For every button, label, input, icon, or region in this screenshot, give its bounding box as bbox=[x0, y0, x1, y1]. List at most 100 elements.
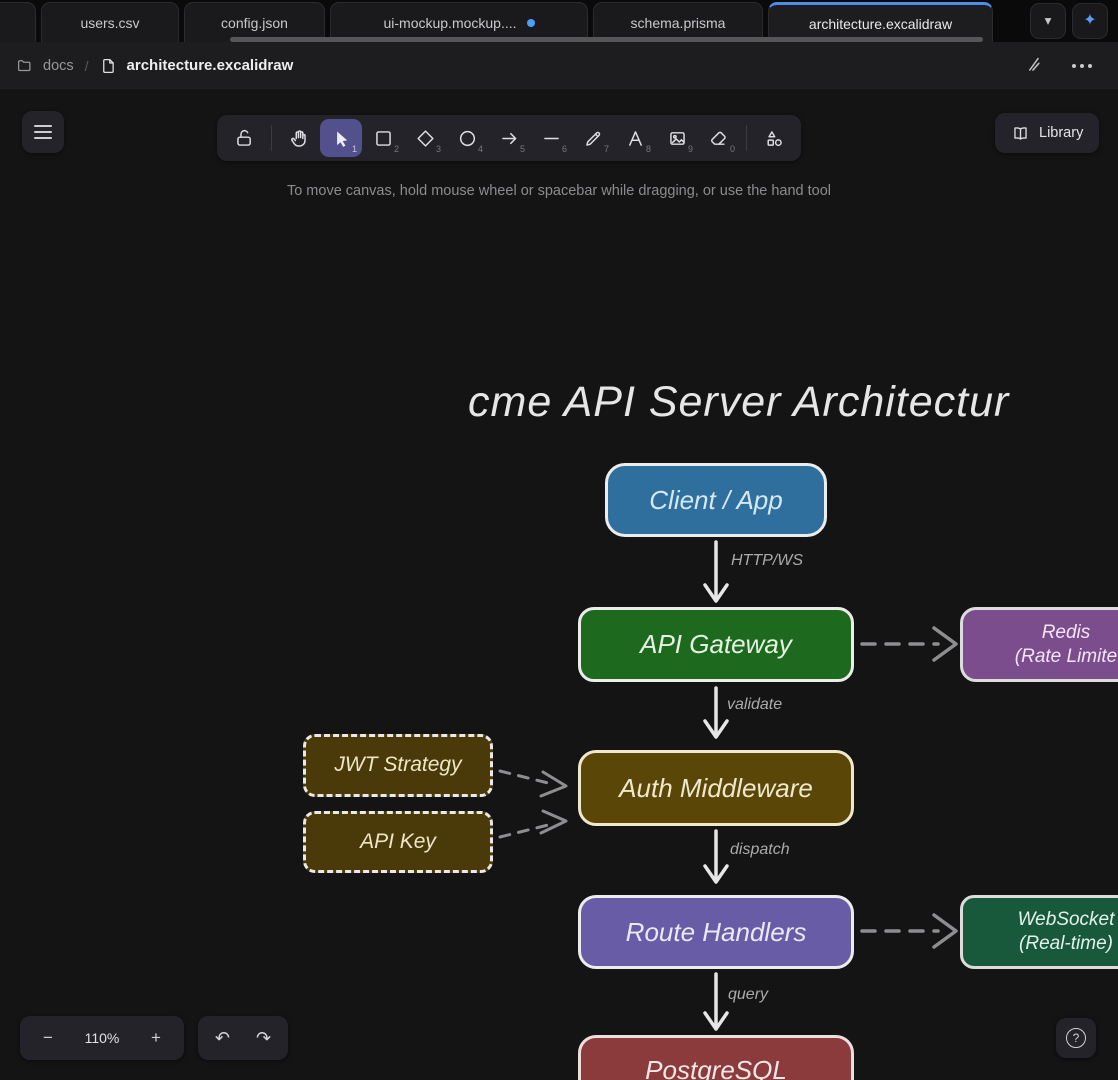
more-options-button[interactable] bbox=[1072, 64, 1092, 68]
node-label-line2: (Real-time) bbox=[1019, 932, 1113, 956]
tool-text[interactable]: 8 bbox=[614, 119, 656, 157]
tool-hand[interactable] bbox=[278, 119, 320, 157]
node-label: WebSocket bbox=[1018, 908, 1115, 932]
tab-ui-mockup[interactable]: ui-mockup.mockup.... bbox=[330, 2, 588, 42]
history-controls: ↶ ↷ bbox=[198, 1016, 288, 1060]
diagram-title[interactable]: cme API Server Architectur bbox=[468, 378, 1009, 427]
zoom-in-button[interactable]: + bbox=[144, 1028, 168, 1048]
folder-icon bbox=[16, 57, 34, 75]
tab-label: architecture.excalidraw bbox=[809, 16, 952, 32]
toolbar-divider bbox=[271, 125, 272, 151]
edge-label-dispatch[interactable]: dispatch bbox=[730, 841, 790, 859]
help-icon: ? bbox=[1066, 1028, 1086, 1048]
canvas-hint-text: To move canvas, hold mouse wheel or spac… bbox=[0, 183, 1118, 199]
breadcrumb-separator: / bbox=[85, 58, 89, 74]
tool-lock[interactable] bbox=[223, 119, 265, 157]
tab-label: config.json bbox=[221, 15, 288, 31]
tool-diamond[interactable]: 3 bbox=[404, 119, 446, 157]
node-label: API Key bbox=[360, 829, 436, 855]
node-api-key[interactable]: API Key bbox=[303, 811, 493, 873]
tab-users-csv[interactable]: users.csv bbox=[41, 2, 179, 42]
tool-image[interactable]: 9 bbox=[656, 119, 698, 157]
tool-ellipse[interactable]: 4 bbox=[446, 119, 488, 157]
undo-button[interactable]: ↶ bbox=[215, 1029, 230, 1047]
node-label: PostgreSQL bbox=[645, 1054, 787, 1080]
sparkle-icon: ✦ bbox=[1083, 13, 1096, 29]
breadcrumb-file: architecture.excalidraw bbox=[127, 57, 294, 74]
help-button[interactable]: ? bbox=[1056, 1018, 1096, 1058]
selection-cursor-icon bbox=[331, 128, 352, 149]
chevron-down-icon: ▾ bbox=[1045, 13, 1052, 29]
node-label: API Gateway bbox=[640, 628, 792, 661]
tool-selection[interactable]: 1 bbox=[320, 119, 362, 157]
ellipsis-icon bbox=[1072, 64, 1092, 68]
modified-dot-icon bbox=[527, 19, 535, 27]
toolbar-divider bbox=[746, 125, 747, 151]
tab-partial[interactable] bbox=[0, 2, 36, 42]
node-label-line2: (Rate Limite bbox=[1015, 645, 1117, 669]
hamburger-icon bbox=[34, 125, 52, 127]
node-auth-middleware[interactable]: Auth Middleware bbox=[578, 750, 854, 826]
redo-button[interactable]: ↷ bbox=[256, 1029, 271, 1047]
node-label: Redis bbox=[1042, 621, 1091, 645]
shapes-icon bbox=[764, 128, 785, 149]
eraser-icon bbox=[709, 128, 730, 149]
node-postgresql[interactable]: PostgreSQL bbox=[578, 1035, 854, 1080]
tab-label: schema.prisma bbox=[631, 15, 726, 31]
hand-icon bbox=[289, 128, 310, 149]
tab-horizontal-scrollbar[interactable] bbox=[230, 37, 983, 42]
breadcrumb-actions bbox=[1025, 55, 1092, 77]
node-label: Route Handlers bbox=[626, 916, 807, 949]
zoom-out-button[interactable]: − bbox=[36, 1028, 60, 1048]
image-icon bbox=[667, 128, 688, 149]
node-label: Auth Middleware bbox=[619, 772, 813, 805]
unlock-icon bbox=[234, 128, 255, 149]
arrow-icon bbox=[499, 128, 520, 149]
tool-rectangle[interactable]: 2 bbox=[362, 119, 404, 157]
tab-list-dropdown-button[interactable]: ▾ bbox=[1030, 3, 1066, 39]
tool-arrow[interactable]: 5 bbox=[488, 119, 530, 157]
tool-draw[interactable]: 7 bbox=[572, 119, 614, 157]
diamond-icon bbox=[415, 128, 436, 149]
tabbar-actions: ▾ ✦ bbox=[1030, 3, 1108, 39]
zoom-controls: − 110% + bbox=[20, 1016, 184, 1060]
zoom-level[interactable]: 110% bbox=[85, 1030, 120, 1046]
node-route-handlers[interactable]: Route Handlers bbox=[578, 895, 854, 969]
node-client-app[interactable]: Client / App bbox=[605, 463, 827, 537]
edge-label-httpws[interactable]: HTTP/WS bbox=[731, 552, 803, 570]
tool-eraser[interactable]: 0 bbox=[698, 119, 740, 157]
library-button[interactable]: Library bbox=[995, 113, 1099, 153]
ai-edit-button[interactable] bbox=[1025, 55, 1044, 77]
tab-config-json[interactable]: config.json bbox=[184, 2, 325, 42]
tool-line[interactable]: 6 bbox=[530, 119, 572, 157]
breadcrumb-folder[interactable]: docs bbox=[43, 58, 74, 74]
ellipse-icon bbox=[457, 128, 478, 149]
tool-island: 1 2 3 4 5 6 7 bbox=[217, 115, 801, 161]
rectangle-icon bbox=[373, 128, 394, 149]
text-icon bbox=[625, 128, 646, 149]
edge-label-query[interactable]: query bbox=[728, 986, 768, 1004]
edge-label-validate[interactable]: validate bbox=[727, 696, 782, 714]
tool-more-shapes[interactable] bbox=[753, 119, 795, 157]
tab-bar: users.csv config.json ui-mockup.mockup..… bbox=[0, 0, 1118, 42]
file-icon bbox=[100, 57, 118, 75]
tab-label: ui-mockup.mockup.... bbox=[383, 15, 516, 31]
node-jwt-strategy[interactable]: JWT Strategy bbox=[303, 734, 493, 797]
node-label: Client / App bbox=[649, 484, 782, 517]
node-websocket[interactable]: WebSocket (Real-time) bbox=[960, 895, 1118, 969]
ai-pen-icon bbox=[1025, 55, 1044, 74]
tab-architecture-excalidraw[interactable]: architecture.excalidraw bbox=[768, 2, 993, 42]
node-label: JWT Strategy bbox=[334, 752, 461, 778]
node-redis[interactable]: Redis (Rate Limite bbox=[960, 607, 1118, 682]
excalidraw-canvas[interactable] bbox=[0, 89, 1118, 1080]
tab-schema-prisma[interactable]: schema.prisma bbox=[593, 2, 763, 42]
main-menu-button[interactable] bbox=[22, 111, 64, 153]
node-api-gateway[interactable]: API Gateway bbox=[578, 607, 854, 682]
tab-label: users.csv bbox=[80, 15, 139, 31]
pencil-icon bbox=[583, 128, 604, 149]
book-icon bbox=[1011, 124, 1030, 143]
line-icon bbox=[541, 128, 562, 149]
library-label: Library bbox=[1039, 125, 1083, 141]
new-tab-ai-button[interactable]: ✦ bbox=[1072, 3, 1108, 39]
breadcrumb-bar: docs / architecture.excalidraw bbox=[0, 42, 1118, 89]
